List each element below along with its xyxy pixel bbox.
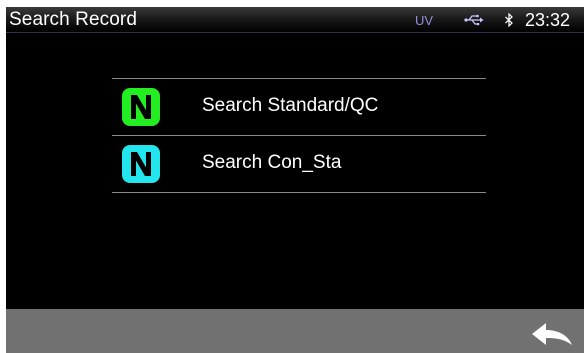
bottom-bar	[6, 309, 584, 353]
usb-icon	[464, 14, 484, 26]
menu-divider	[112, 192, 486, 193]
device-screen: Search Record UV 23:32 Search Standard/Q…	[6, 7, 584, 353]
search-menu: Search Standard/QC Search Con_Sta	[112, 78, 486, 193]
menu-item-label: Search Con_Sta	[202, 152, 342, 173]
n-logo-icon	[122, 88, 160, 126]
bluetooth-icon	[505, 13, 513, 27]
page-title: Search Record	[9, 9, 138, 30]
menu-item-search-standard-qc[interactable]: Search Standard/QC	[112, 79, 486, 135]
clock: 23:32	[525, 10, 571, 30]
menu-item-label: Search Standard/QC	[202, 95, 379, 116]
n-logo-icon	[122, 145, 160, 183]
menu-item-search-con-sta[interactable]: Search Con_Sta	[112, 136, 486, 192]
back-arrow-icon[interactable]	[530, 317, 574, 349]
uv-status-indicator: UV	[415, 13, 434, 28]
title-bar: Search Record UV 23:32	[6, 7, 584, 33]
